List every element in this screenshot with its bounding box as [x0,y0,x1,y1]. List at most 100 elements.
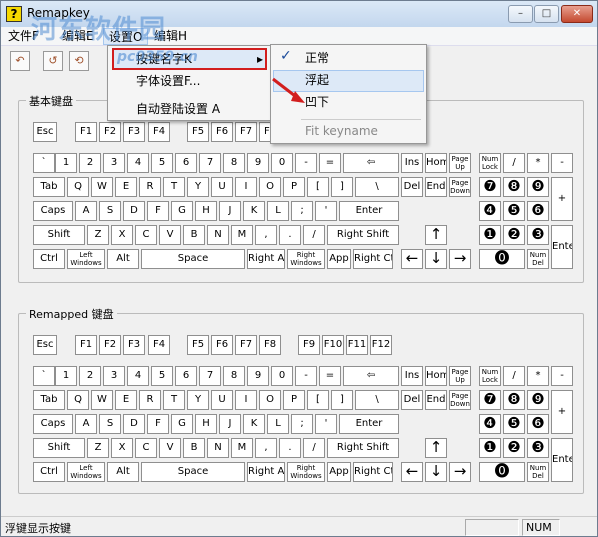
menu-settings[interactable]: 设置O [103,28,149,45]
remap-key-row4-9-sym[interactable]: . [279,438,301,458]
remap-key-row2-1-q[interactable]: Q [67,390,89,410]
base-key-fn-6-f6[interactable]: F6 [211,122,233,142]
base-key-row1-12-sym[interactable]: = [319,153,341,173]
maximize-button[interactable]: □ [534,5,559,23]
remap-key-fn-5-f5[interactable]: F5 [187,335,209,355]
remap-key-row2-4-r[interactable]: R [139,390,161,410]
base-key-row4-0-shift[interactable]: Shift [33,225,85,245]
remap-key-row4-1-z[interactable]: Z [87,438,109,458]
remap-key-row5-2-alt[interactable]: Alt [107,462,139,482]
remap-key-row2-2-w[interactable]: W [91,390,113,410]
remap-key-row2-13-sym[interactable]: \ [355,390,399,410]
remap-key-row1-10-0[interactable]: 0 [271,366,293,386]
base-key-row2-8-i[interactable]: I [235,177,257,197]
base-key-row1-5-5[interactable]: 5 [151,153,173,173]
base-key-num4-3-enter[interactable]: Enter [551,225,573,269]
base-key-row2-5-t[interactable]: T [163,177,185,197]
remap-key-row1-0-sym[interactable]: ` [33,366,55,386]
base-key-row3-11-sym[interactable]: ' [315,201,337,221]
base-key-row4-1-z[interactable]: Z [87,225,109,245]
remap-key-row2-8-i[interactable]: I [235,390,257,410]
remap-key-row4-5-b[interactable]: B [183,438,205,458]
base-key-row4-11-right-shift[interactable]: Right Shift [327,225,399,245]
remap-key-num2-2-sym[interactable]: ❾ [527,390,549,410]
base-key-row2-10-p[interactable]: P [283,177,305,197]
base-key-num2-2-sym[interactable]: ❾ [527,177,549,197]
remap-key-row2-12-sym[interactable]: ] [331,390,353,410]
menu-item-autologin[interactable]: 自动登陆设置 A [110,99,269,121]
base-key-row1-8-8[interactable]: 8 [223,153,245,173]
base-key-row5-1-left-windows[interactable]: Left Windows [67,249,105,269]
remap-key-row1-1-1[interactable]: 1 [55,366,77,386]
base-key-row1-1-1[interactable]: 1 [55,153,77,173]
remap-key-row4-11-right-shift[interactable]: Right Shift [327,438,399,458]
remap-key-row4-2-x[interactable]: X [111,438,133,458]
remap-key-num3-2-sym[interactable]: ❻ [527,414,549,434]
base-key-row1-13-sym[interactable]: ⇦ [343,153,399,173]
remap-key-row3-10-sym[interactable]: ; [291,414,313,434]
remap-key-num4-1-sym[interactable]: ❷ [503,438,525,458]
remap-key-row1-9-9[interactable]: 9 [247,366,269,386]
remap-key-row3-12-enter[interactable]: Enter [339,414,399,434]
remap-key-row3-8-k[interactable]: K [243,414,265,434]
remap-key-row3-3-d[interactable]: D [123,414,145,434]
base-key-row1-4-4[interactable]: 4 [127,153,149,173]
base-key-row2-2-w[interactable]: W [91,177,113,197]
base-key-row3-0-caps[interactable]: Caps [33,201,73,221]
base-key-row1-10-0[interactable]: 0 [271,153,293,173]
remap-key-row5-3-space[interactable]: Space [141,462,245,482]
remap-key-nav1-2-page-up[interactable]: Page Up [449,366,471,386]
remap-key-row1-3-3[interactable]: 3 [103,366,125,386]
remap-key-arrows-2-sym[interactable]: ↓ [425,462,447,482]
remap-key-num2-3-sym[interactable]: + [551,390,573,434]
base-key-row2-13-sym[interactable]: \ [355,177,399,197]
remap-key-arrows-1-sym[interactable]: ← [401,462,423,482]
base-key-row5-6-app[interactable]: App [327,249,351,269]
base-key-row3-3-d[interactable]: D [123,201,145,221]
base-key-row3-12-enter[interactable]: Enter [339,201,399,221]
remap-key-row5-6-app[interactable]: App [327,462,351,482]
base-key-nav2-0-del[interactable]: Del [401,177,423,197]
base-key-row4-3-c[interactable]: C [135,225,157,245]
base-key-num3-1-sym[interactable]: ❺ [503,201,525,221]
remap-key-fn-12-f12[interactable]: F12 [370,335,392,355]
base-key-row2-11-sym[interactable]: [ [307,177,329,197]
remap-key-nav2-1-end[interactable]: End [425,390,447,410]
base-key-num2-3-sym[interactable]: + [551,177,573,221]
remap-key-row5-5-right-windows[interactable]: Right Windows [287,462,325,482]
base-key-row2-3-e[interactable]: E [115,177,137,197]
base-key-num4-1-sym[interactable]: ❷ [503,225,525,245]
base-key-row4-8-sym[interactable]: , [255,225,277,245]
remap-key-arrows-3-sym[interactable]: → [449,462,471,482]
base-key-row5-0-ctrl[interactable]: Ctrl [33,249,65,269]
base-key-row3-9-l[interactable]: L [267,201,289,221]
base-key-num2-1-sym[interactable]: ❽ [503,177,525,197]
remap-key-row2-5-t[interactable]: T [163,390,185,410]
base-key-fn-5-f5[interactable]: F5 [187,122,209,142]
remap-key-row5-0-ctrl[interactable]: Ctrl [33,462,65,482]
base-key-row3-1-a[interactable]: A [75,201,97,221]
remap-key-row4-10-sym[interactable]: / [303,438,325,458]
remap-key-num1-1-sym[interactable]: / [503,366,525,386]
remap-key-num4-2-sym[interactable]: ❸ [527,438,549,458]
close-button[interactable]: ✕ [561,5,593,23]
remap-key-row2-7-u[interactable]: U [211,390,233,410]
base-key-row5-3-space[interactable]: Space [141,249,245,269]
remap-key-row5-1-left-windows[interactable]: Left Windows [67,462,105,482]
base-key-arrows-2-sym[interactable]: ↓ [425,249,447,269]
remap-key-row2-6-y[interactable]: Y [187,390,209,410]
submenu-item-normal[interactable]: 正常 [273,48,424,70]
remap-key-row3-5-g[interactable]: G [171,414,193,434]
remap-key-row3-4-f[interactable]: F [147,414,169,434]
base-key-num1-2-sym[interactable]: * [527,153,549,173]
undo-icon[interactable]: ↺ [43,51,63,71]
remap-key-row1-12-sym[interactable]: = [319,366,341,386]
remap-key-row3-7-j[interactable]: J [219,414,241,434]
remap-key-row1-5-5[interactable]: 5 [151,366,173,386]
base-key-row1-11-sym[interactable]: - [295,153,317,173]
remap-key-row3-0-caps[interactable]: Caps [33,414,73,434]
base-key-row1-6-6[interactable]: 6 [175,153,197,173]
open-icon[interactable]: ↶ [10,51,30,71]
submenu-item-sunken[interactable]: 凹下 [273,92,424,114]
remap-key-row1-13-sym[interactable]: ⇦ [343,366,399,386]
